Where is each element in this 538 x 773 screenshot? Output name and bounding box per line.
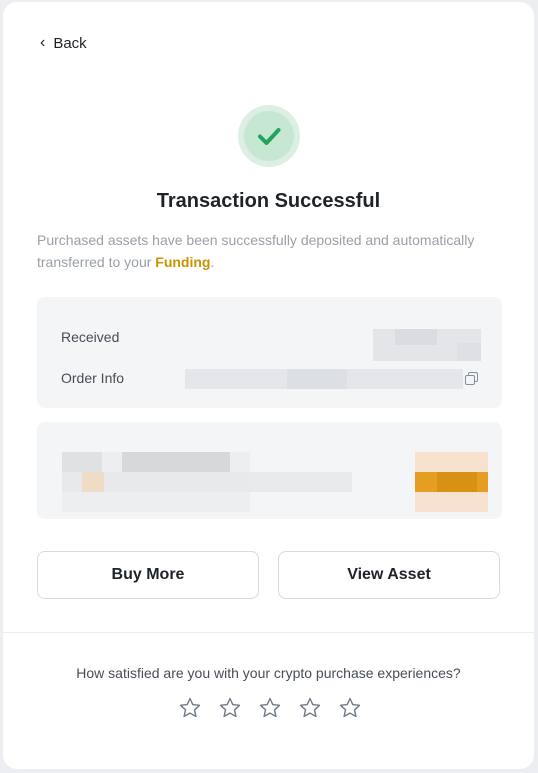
order-details-panel: Received Order Info [37, 297, 502, 408]
rating-stars [178, 696, 362, 720]
buy-more-button[interactable]: Buy More [37, 551, 259, 599]
star-icon[interactable] [298, 696, 322, 720]
received-label: Received [61, 329, 120, 345]
section-divider [3, 632, 534, 633]
star-icon[interactable] [178, 696, 202, 720]
order-id-redacted-block [287, 369, 347, 389]
funding-link[interactable]: Funding [155, 254, 210, 270]
star-icon[interactable] [258, 696, 282, 720]
success-check-icon [238, 105, 300, 167]
survey-question: How satisfied are you with your crypto p… [76, 665, 461, 681]
copy-icon[interactable] [465, 372, 478, 390]
received-value-redacted-block [395, 329, 437, 345]
transaction-card: ‹ Back Transaction Successful Purchased … [3, 2, 534, 769]
view-asset-button[interactable]: View Asset [278, 551, 500, 599]
star-icon[interactable] [338, 696, 362, 720]
chevron-left-icon: ‹ [40, 33, 46, 51]
star-icon[interactable] [218, 696, 242, 720]
status-description: Purchased assets have been successfully … [37, 232, 475, 270]
back-button[interactable]: ‹ Back [40, 33, 87, 52]
page-title: Transaction Successful [156, 190, 381, 212]
received-value-redacted-block [457, 343, 481, 361]
redacted-asset-panel [37, 422, 502, 519]
order-info-label: Order Info [61, 370, 125, 386]
back-label: Back [53, 35, 87, 52]
